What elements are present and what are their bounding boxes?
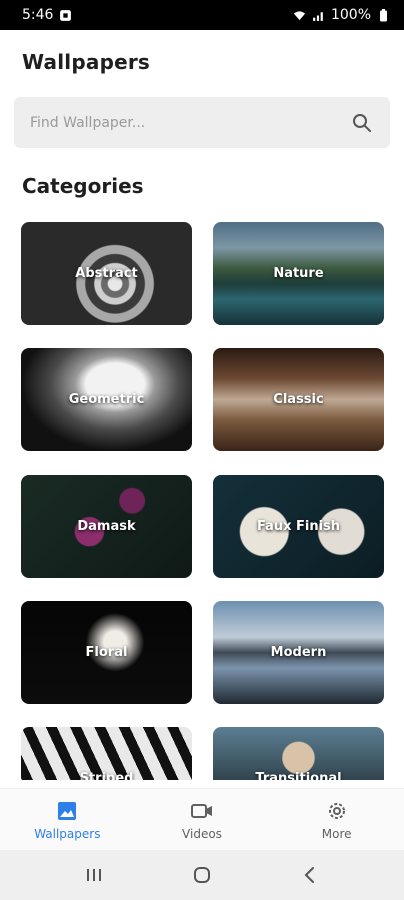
category-card-modern[interactable]: Modern xyxy=(213,601,384,704)
nav-label: Wallpapers xyxy=(34,826,101,841)
category-card-faux-finish[interactable]: Faux Finish xyxy=(213,475,384,578)
home-icon xyxy=(194,867,210,883)
video-camera-icon xyxy=(190,803,212,818)
category-card-striped[interactable]: Striped xyxy=(21,727,192,780)
notification-icon xyxy=(60,9,72,21)
category-card-geometric[interactable]: Geometric xyxy=(21,348,192,451)
category-label: Abstract xyxy=(75,266,138,281)
signal-icon xyxy=(313,11,323,21)
home-button[interactable] xyxy=(182,860,222,890)
status-bar: 5:46 100% xyxy=(0,0,404,30)
system-nav-bar xyxy=(0,850,404,900)
back-button[interactable] xyxy=(290,860,330,890)
category-card-classic[interactable]: Classic xyxy=(213,348,384,451)
status-time: 5:46 xyxy=(22,7,54,23)
category-card-transitional[interactable]: Transitional xyxy=(213,727,384,780)
bottom-nav: Wallpapers Videos More xyxy=(0,788,404,850)
category-card-nature[interactable]: Nature xyxy=(213,222,384,325)
back-icon xyxy=(304,867,314,883)
recent-apps-button[interactable] xyxy=(74,860,114,890)
category-label: Damask xyxy=(77,519,136,534)
search-placeholder: Find Wallpaper... xyxy=(30,114,146,131)
nav-item-more[interactable]: More xyxy=(282,799,392,841)
category-label: Geometric xyxy=(68,392,145,407)
category-label: Faux Finish xyxy=(256,519,341,534)
category-label: Transitional xyxy=(255,771,342,780)
battery-percent: 100% xyxy=(330,7,371,23)
nav-label: Videos xyxy=(182,826,222,841)
category-label: Striped xyxy=(79,771,134,780)
category-label: Floral xyxy=(85,645,128,660)
recent-apps-icon xyxy=(87,869,101,881)
image-icon xyxy=(58,801,77,820)
wifi-icon xyxy=(293,10,306,20)
category-label: Modern xyxy=(270,645,327,660)
search-icon[interactable] xyxy=(352,113,372,133)
section-title: Categories xyxy=(22,174,144,198)
category-label: Classic xyxy=(273,392,324,407)
gear-icon xyxy=(328,802,345,819)
nav-item-wallpapers[interactable]: Wallpapers xyxy=(12,799,122,841)
page-title: Wallpapers xyxy=(22,50,151,74)
battery-icon xyxy=(380,8,387,21)
category-card-abstract[interactable]: Abstract xyxy=(21,222,192,325)
nav-item-videos[interactable]: Videos xyxy=(147,799,257,841)
search-input[interactable]: Find Wallpaper... xyxy=(14,97,390,148)
nav-label: More xyxy=(321,826,352,841)
category-card-damask[interactable]: Damask xyxy=(21,475,192,578)
category-label: Nature xyxy=(273,266,324,281)
category-grid: Abstract Nature Geometric Classic Damask… xyxy=(21,222,384,780)
category-card-floral[interactable]: Floral xyxy=(21,601,192,704)
